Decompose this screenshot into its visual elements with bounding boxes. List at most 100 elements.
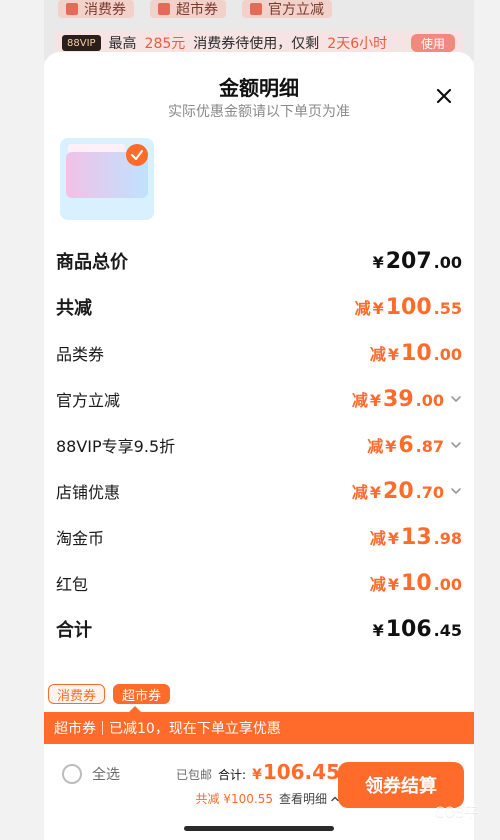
view-details-link[interactable]: 查看明细 <box>279 790 340 807</box>
currency-symbol: ¥ <box>387 528 400 548</box>
discount-prefix: 减 <box>351 482 368 502</box>
background-chip-supermarket-coupon: 超市券 <box>150 0 226 18</box>
price-summary: 已包邮 合计: ¥ 106.45 共减 ¥100.55 查看明细 <box>172 760 340 807</box>
discount-prefix: 减 <box>369 528 386 548</box>
currency-symbol: ¥ <box>387 574 400 594</box>
row-value: 减 ¥ 20 .70 <box>352 479 462 504</box>
amount-decimal: .98 <box>433 528 462 548</box>
coupon-tabs: 消费券 超市券 <box>48 684 171 704</box>
banner-amount: 285元 <box>144 36 186 52</box>
amount-integer: 10 <box>401 340 432 366</box>
amount-decimal: .00 <box>415 390 444 410</box>
close-button[interactable] <box>432 84 456 108</box>
currency-symbol: ¥ <box>372 620 384 640</box>
chip-label: 超市券 <box>176 2 218 18</box>
summary-discount-line: 共减 ¥100.55 查看明细 <box>172 790 340 807</box>
chip-label: 消费券 <box>84 2 126 18</box>
currency-symbol: ¥ <box>387 344 400 364</box>
row-label: 88VIP专享9.5折 <box>56 437 176 456</box>
row-label: 商品总价 <box>56 252 128 273</box>
close-icon <box>436 88 452 104</box>
banner-text-prefix: 最高 <box>108 36 137 52</box>
select-all-radio-icon <box>62 764 82 784</box>
chevron-down-icon <box>451 442 461 448</box>
price-row-red-packet: 红包 减 ¥ 10 .00 <box>56 560 462 606</box>
modal-subtitle: 实际优惠金额请以下单页为准 <box>168 104 350 120</box>
page: 消费券 超市券 官方立减 88VIP 最高 285元 消费券待使用，仅剩 2天6… <box>0 0 500 840</box>
total-price: ¥ 106.45 <box>252 760 340 784</box>
row-label: 红包 <box>56 575 89 594</box>
row-value: 减 ¥ 6 .87 <box>367 433 462 458</box>
price-row-category-coupon: 品类券 减 ¥ 10 .00 <box>56 330 462 376</box>
shipping-status: 已包邮 <box>176 768 213 782</box>
select-all-label: 全选 <box>92 767 120 783</box>
currency-symbol: ¥ <box>369 390 382 410</box>
use-coupon-button[interactable]: 使用 <box>410 34 455 52</box>
price-row-total-discount: 共减 减 ¥ 100 .55 <box>56 284 462 330</box>
discount-prefix: 减 <box>369 574 386 594</box>
row-label: 店铺优惠 <box>56 483 121 502</box>
price-breakdown-list: 商品总价 ¥ 207 .00 共减 减 ¥ 100 .55 品类券 减 ¥ 10… <box>56 238 462 652</box>
amount-decimal: .00 <box>433 574 462 594</box>
summary-total-line: 已包邮 合计: ¥ 106.45 <box>172 760 340 784</box>
amount-decimal: .00 <box>433 252 462 272</box>
row-value: ¥ 207 .00 <box>373 249 462 274</box>
chip-label: 官方立减 <box>268 2 324 18</box>
amount-decimal: .55 <box>433 298 462 318</box>
price-row-official-discount[interactable]: 官方立减 减 ¥ 39 .00 <box>56 376 462 422</box>
background-chip-official-discount: 官方立减 <box>242 0 332 18</box>
currency-symbol: ¥ <box>252 767 262 783</box>
currency-symbol: ¥ <box>372 252 384 272</box>
amount-decimal: .70 <box>415 482 444 502</box>
row-value: 减 ¥ 13 .98 <box>370 525 462 550</box>
row-value: 减 ¥ 39 .00 <box>352 387 462 412</box>
row-label: 共减 <box>56 298 92 319</box>
amount-decimal: .00 <box>433 344 462 364</box>
total-discount-text: 共减 ¥100.55 <box>195 792 273 806</box>
tab-consumption-coupon[interactable]: 消费券 <box>48 684 106 704</box>
checkout-footer: 全选 已包邮 合计: ¥ 106.45 共减 ¥100.55 查看明细 领券结算 <box>44 744 474 840</box>
amount-integer: 20 <box>383 478 414 504</box>
price-row-shop-discount[interactable]: 店铺优惠 减 ¥ 20 .70 <box>56 468 462 514</box>
select-all-checkbox[interactable]: 全选 <box>62 764 120 784</box>
row-label: 官方立减 <box>56 391 121 410</box>
promo-bar: 超市券 已减10，现在下单立享优惠 <box>44 712 474 744</box>
discount-prefix: 减 <box>369 344 386 364</box>
amount-integer: 13 <box>401 524 432 550</box>
currency-symbol: ¥ <box>385 436 397 456</box>
amount-integer: 6 <box>398 432 414 458</box>
amount-decimal: .87 <box>415 436 444 456</box>
selected-check-badge <box>126 144 148 166</box>
row-value: 减 ¥ 10 .00 <box>370 341 462 366</box>
discount-prefix: 减 <box>354 298 371 318</box>
coupon-icon <box>66 3 78 15</box>
price-row-total: 合计 ¥ 106 .45 <box>56 606 462 652</box>
currency-symbol: ¥ <box>372 298 384 318</box>
currency-symbol: ¥ <box>369 482 382 502</box>
total-label: 合计: <box>218 768 247 782</box>
banner-remaining-time: 2天6小时 <box>327 36 388 52</box>
vip-tag: 88VIP <box>62 35 101 51</box>
price-row-goods-total: 商品总价 ¥ 207 .00 <box>56 238 462 284</box>
discount-prefix: 减 <box>351 390 368 410</box>
view-details-label: 查看明细 <box>278 792 327 806</box>
tab-supermarket-coupon[interactable]: 超市券 <box>113 684 171 704</box>
supermarket-icon <box>158 3 170 15</box>
row-value: 减 ¥ 10 .00 <box>370 571 462 596</box>
amount-integer: 100 <box>385 294 432 320</box>
total-amount: 106.45 <box>262 760 340 784</box>
row-label: 淘金币 <box>56 529 105 548</box>
home-indicator <box>184 826 334 831</box>
amount-integer: 207 <box>385 248 432 274</box>
modal-title: 金额明细 <box>219 76 299 100</box>
price-row-88vip-discount[interactable]: 88VIP专享9.5折 减 ¥ 6 .87 <box>56 422 462 468</box>
amount-integer: 106 <box>385 616 432 642</box>
watermark: COS平 <box>434 805 478 821</box>
amount-integer: 10 <box>401 570 432 596</box>
row-label: 品类券 <box>56 345 105 364</box>
amount-detail-modal: 金额明细 实际优惠金额请以下单页为准 商品总价 ¥ 207 .00 共减 减 ¥… <box>44 52 474 840</box>
background-chip-consumption-coupon: 消费券 <box>58 0 134 18</box>
price-row-tao-coins: 淘金币 减 ¥ 13 .98 <box>56 514 462 560</box>
amount-integer: 39 <box>383 386 414 412</box>
promo-text: 已减10，现在下单立享优惠 <box>109 721 281 737</box>
